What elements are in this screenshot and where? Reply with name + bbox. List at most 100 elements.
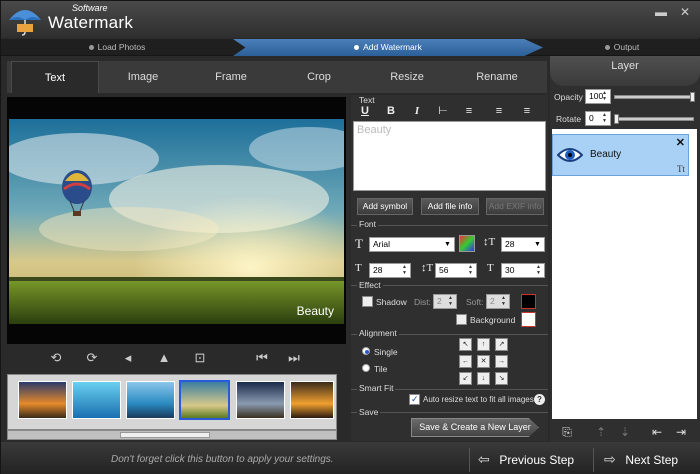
eye-visibility-icon[interactable] (557, 142, 583, 168)
save-create-layer-button[interactable]: Save & Create a New Layer (411, 418, 539, 437)
delete-layer-icon[interactable]: ✕ (676, 136, 685, 149)
next-image-icon[interactable]: ⏭ (285, 349, 303, 367)
tab-frame[interactable]: Frame (187, 61, 275, 93)
align-left-icon[interactable]: ≡ (461, 104, 477, 118)
next-step-button[interactable]: ⇨ Next Step (593, 448, 699, 472)
soft-spinner[interactable]: 2 ▲ ▼ (486, 294, 510, 309)
dist-spinner[interactable]: 2 ▲ ▼ (433, 294, 457, 309)
flip-horizontal-icon[interactable]: ◂ (119, 349, 137, 367)
text-layer-type-icon: Tt (677, 164, 685, 174)
align-bottom-left-button[interactable]: ↙ (459, 372, 472, 385)
add-exif-info-button[interactable]: Add EXIF info (486, 198, 544, 215)
spinner-arrows-icon[interactable]: ▲ ▼ (534, 264, 543, 277)
align-bottom-right-button[interactable]: ↘ (495, 372, 508, 385)
char-spacing-icon: T (487, 262, 494, 274)
font-color-swatch[interactable] (459, 235, 475, 252)
scrollbar-thumb[interactable] (120, 432, 210, 438)
shadow-checkbox[interactable] (362, 296, 373, 307)
thumbnail-item[interactable] (126, 381, 175, 419)
rotate-spinner[interactable]: 0 ▲ ▼ (585, 111, 611, 126)
line-height-spinner[interactable]: 56 ▲ ▼ (435, 263, 477, 278)
first-image-icon[interactable]: ⏮ (253, 349, 271, 367)
font-size-select[interactable]: 28 ▼ (501, 237, 545, 252)
align-bottom-center-button[interactable]: ↓ (477, 372, 490, 385)
align-center-button[interactable]: ✕ (477, 355, 490, 368)
align-top-left-button[interactable]: ↖ (459, 338, 472, 351)
step-load-photos[interactable]: Load Photos (1, 39, 233, 56)
tab-crop[interactable]: Crop (275, 61, 363, 93)
bold-icon[interactable]: B (383, 104, 399, 118)
thumbnail-item[interactable] (18, 381, 67, 419)
step-dot-icon (604, 45, 610, 51)
background-checkbox[interactable] (456, 314, 467, 325)
single-radio[interactable] (362, 347, 370, 355)
effect-section-title: Effect (357, 280, 383, 290)
export-layer-icon[interactable]: ⇥ (674, 425, 688, 439)
close-window-button[interactable]: ✕ (677, 5, 693, 19)
align-middle-left-button[interactable]: ← (459, 355, 472, 368)
underline-icon[interactable]: U (357, 104, 373, 118)
char-spacing-spinner[interactable]: 30 ▲ ▼ (501, 263, 545, 278)
rotate-slider-thumb[interactable] (614, 114, 619, 124)
shadow-color-swatch[interactable] (521, 294, 536, 309)
thumbnail-scrollbar[interactable] (7, 430, 337, 440)
step-output[interactable]: Output (543, 39, 700, 56)
spinner-arrows-icon[interactable]: ▲ ▼ (600, 112, 609, 125)
thumbnail-item[interactable] (290, 381, 334, 419)
previous-step-button[interactable]: ⇦ Previous Step (469, 448, 591, 472)
preview-photo[interactable]: Beauty (9, 119, 344, 324)
italic-icon[interactable]: I (409, 104, 425, 118)
rotate-left-icon[interactable]: ⟲ (47, 349, 65, 367)
watermark-text-overlay[interactable]: Beauty (297, 304, 334, 318)
move-layer-down-icon[interactable]: ⇣ (618, 425, 632, 439)
thumbnail-item[interactable] (72, 381, 121, 419)
tab-rename[interactable]: Rename (451, 61, 543, 93)
tab-resize[interactable]: Resize (363, 61, 451, 93)
rotate-right-icon[interactable]: ⟳ (83, 349, 101, 367)
next-step-label: Next Step (625, 453, 679, 467)
spinner-arrows-icon[interactable]: ▲ ▼ (400, 264, 409, 277)
rotate-slider[interactable] (614, 117, 694, 121)
spinner-arrows-icon[interactable]: ▲ ▼ (600, 90, 609, 103)
thumbnail-item-selected[interactable] (179, 380, 230, 420)
thumbnail-item[interactable] (236, 381, 285, 419)
chevron-down-icon: ▼ (444, 241, 451, 248)
opacity-spinner[interactable]: 100 ▲ ▼ (585, 89, 611, 104)
minimize-button[interactable]: ▬ (653, 5, 669, 19)
background-color-swatch[interactable] (521, 312, 536, 327)
brand-small-text: Software (72, 3, 108, 13)
tab-text[interactable]: Text (11, 61, 99, 93)
align-right-icon[interactable]: ≡ (519, 104, 535, 118)
opacity-slider-thumb[interactable] (690, 92, 695, 102)
flip-vertical-icon[interactable]: ▲ (155, 349, 173, 367)
move-layer-up-icon[interactable]: ⇡ (594, 425, 608, 439)
step-dot-icon (354, 45, 360, 51)
spinner-arrows-icon[interactable]: ▲ ▼ (446, 295, 455, 308)
fit-view-icon[interactable]: ⊡ (191, 349, 209, 367)
auto-resize-checkbox[interactable] (409, 394, 420, 405)
shadow-label: Shadow (376, 297, 407, 307)
font-family-select[interactable]: Arial ▼ (369, 237, 455, 252)
add-file-info-button[interactable]: Add file info (421, 198, 479, 215)
align-middle-right-button[interactable]: → (495, 355, 508, 368)
soft-label: Soft: (466, 297, 484, 307)
tab-image[interactable]: Image (99, 61, 187, 93)
align-top-center-button[interactable]: ↑ (477, 338, 490, 351)
align-center-icon[interactable]: ≡ (491, 104, 507, 118)
step-dot-icon (88, 45, 94, 51)
help-icon[interactable]: ? (534, 394, 545, 405)
letter-width-spinner[interactable]: 28 ▲ ▼ (369, 263, 411, 278)
opacity-slider[interactable] (614, 95, 694, 99)
layer-item-selected[interactable]: Beauty ✕ Tt (552, 134, 689, 176)
spinner-arrows-icon[interactable]: ▲ ▼ (499, 295, 508, 308)
add-symbol-button[interactable]: Add symbol (357, 198, 413, 215)
step-add-watermark[interactable]: Add Watermark (233, 39, 543, 56)
spinner-arrows-icon[interactable]: ▲ ▼ (466, 264, 475, 277)
watermark-text-input[interactable]: Beauty (353, 121, 546, 191)
strikethrough-icon[interactable]: ⊢ (435, 104, 451, 118)
import-layer-icon[interactable]: ⇤ (650, 425, 664, 439)
new-layer-icon[interactable]: ⎘ (560, 425, 574, 439)
tile-radio[interactable] (362, 364, 370, 372)
single-label: Single (374, 347, 398, 357)
align-top-right-button[interactable]: ↗ (495, 338, 508, 351)
